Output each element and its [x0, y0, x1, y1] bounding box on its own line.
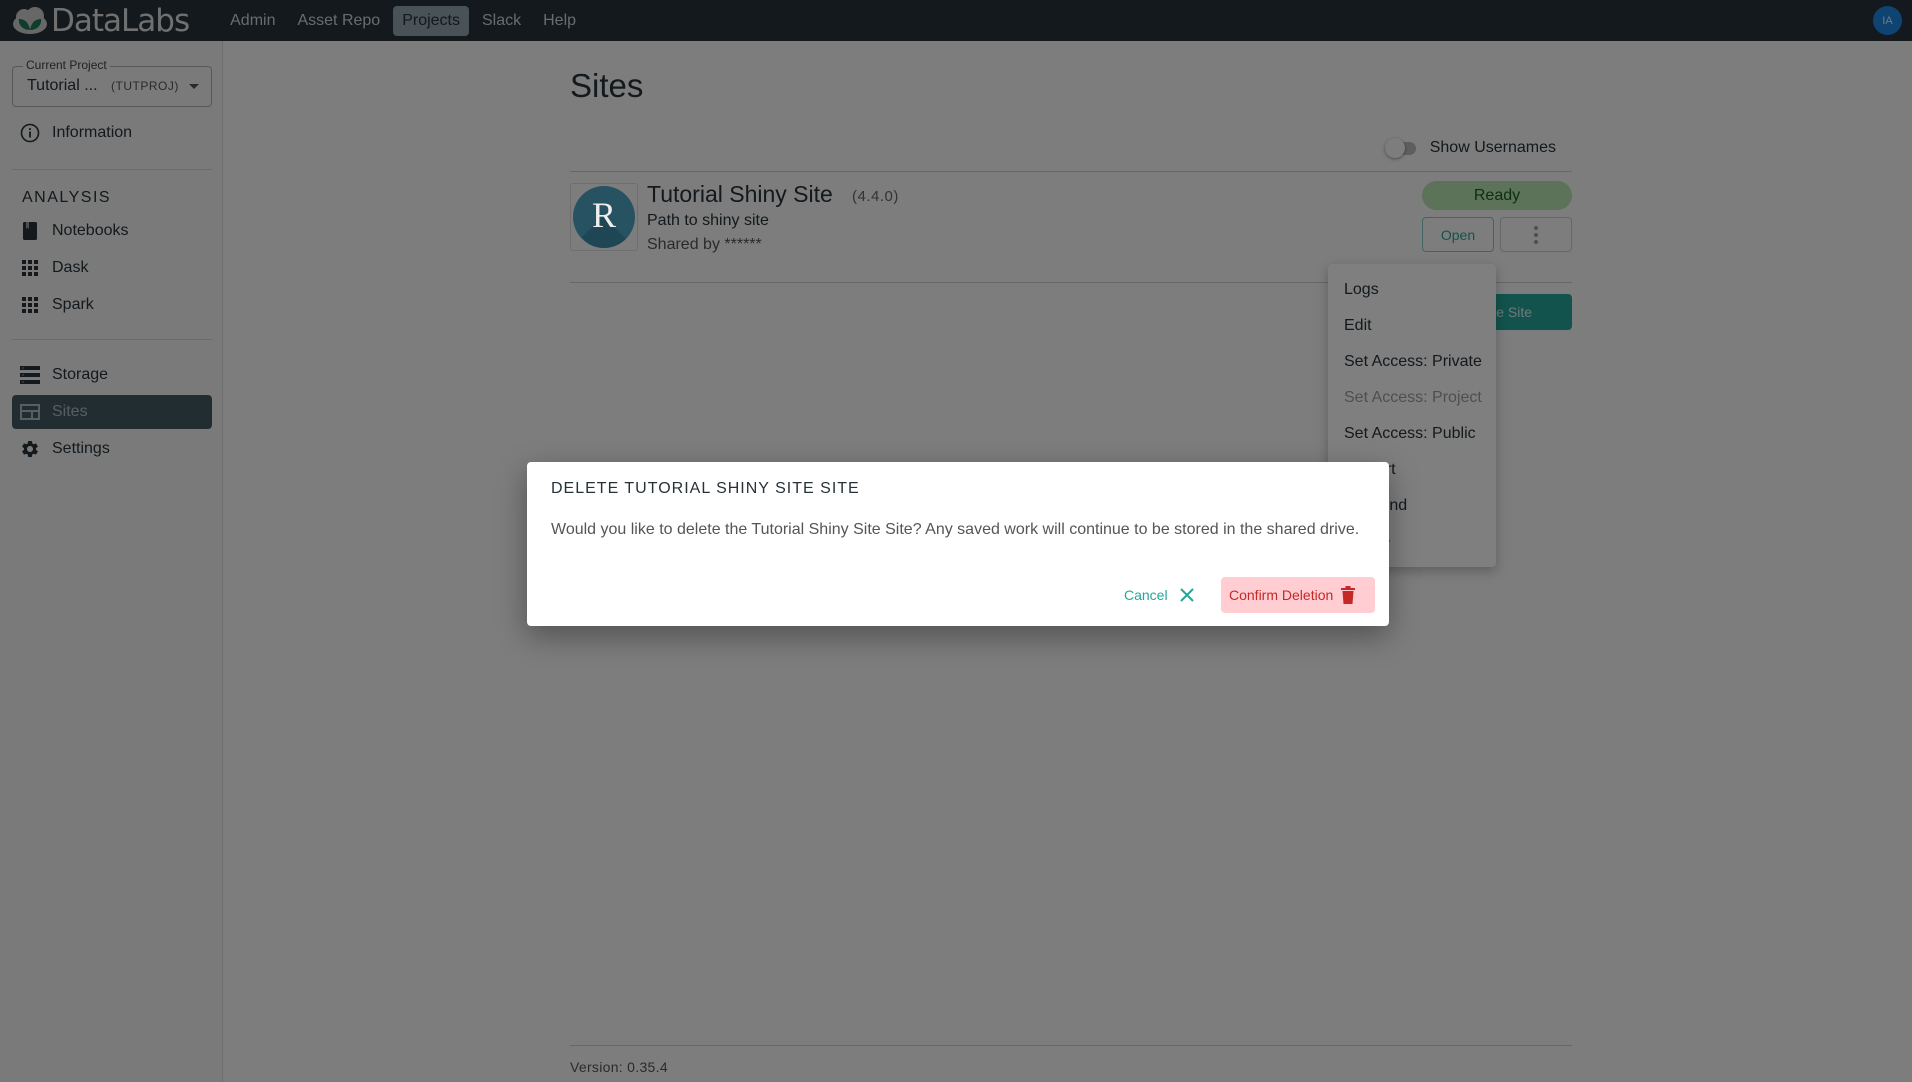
close-icon [1179, 588, 1194, 602]
cancel-label: Cancel [1124, 587, 1168, 603]
confirm-label: Confirm Deletion [1229, 587, 1334, 603]
confirm-deletion-button[interactable]: Confirm Deletion [1221, 577, 1375, 613]
dialog-message: Would you like to delete the Tutorial Sh… [551, 521, 1360, 538]
trash-icon [1341, 586, 1356, 604]
cancel-button[interactable]: Cancel [1118, 577, 1200, 613]
delete-site-dialog: DELETE TUTORIAL SHINY SITE SITE Would yo… [527, 462, 1389, 626]
dialog-title: DELETE TUTORIAL SHINY SITE SITE [551, 480, 860, 497]
